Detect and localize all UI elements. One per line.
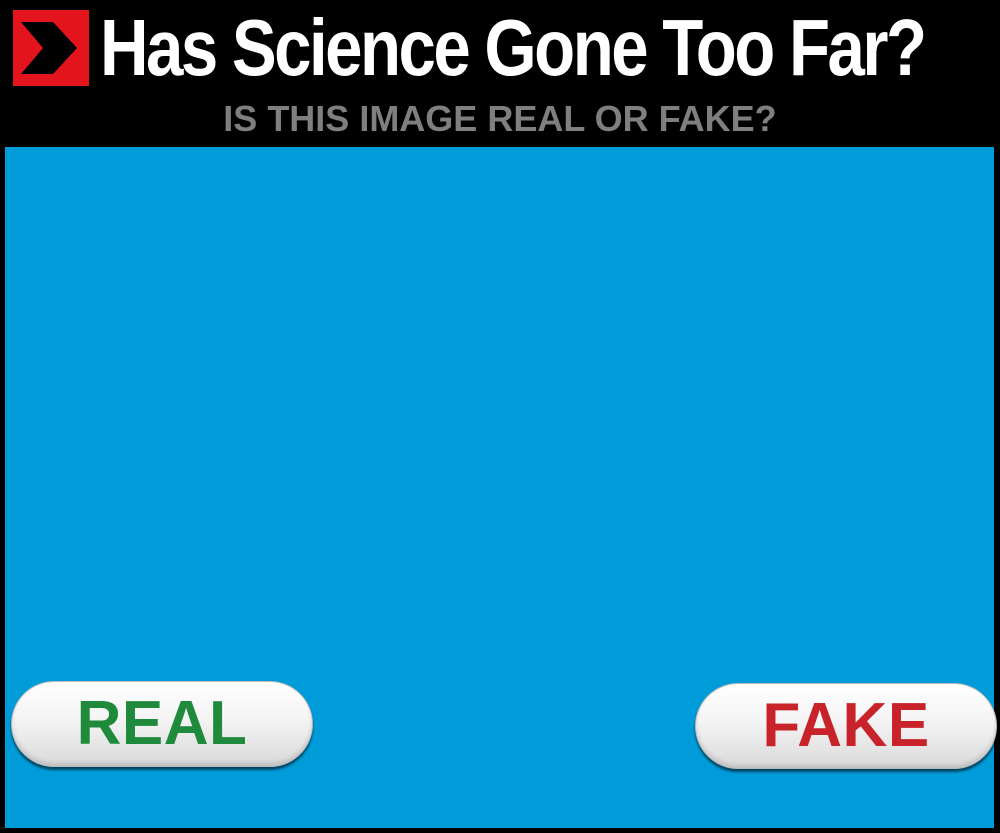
fake-button-label: FAKE xyxy=(762,691,930,760)
page-subtitle: IS THIS IMAGE REAL OR FAKE? xyxy=(223,98,777,139)
fake-button[interactable]: FAKE xyxy=(695,683,997,769)
meme-frame: Has Science Gone Too Far? IS THIS IMAGE … xyxy=(0,0,1000,833)
red-chevron-arrow-icon-graphic xyxy=(13,10,89,86)
header: Has Science Gone Too Far? xyxy=(0,0,1000,96)
real-button-label: REAL xyxy=(76,689,248,758)
red-chevron-arrow-icon xyxy=(13,10,89,86)
page-title: Has Science Gone Too Far? xyxy=(100,3,927,92)
real-button[interactable]: REAL xyxy=(11,681,313,767)
